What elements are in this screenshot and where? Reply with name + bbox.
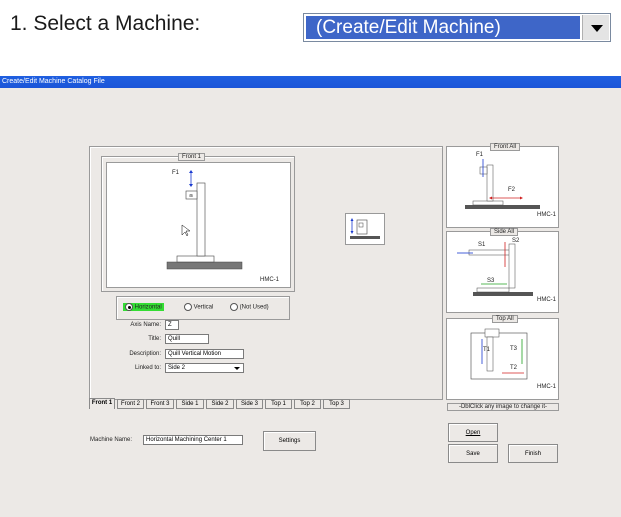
axis-preview-drawing — [350, 218, 380, 239]
front-all-label-f2: F2 — [508, 187, 516, 193]
top-all-label-t2: T2 — [510, 365, 518, 371]
front-view-image[interactable]: ⊞ — [106, 162, 291, 288]
tab-top-3[interactable]: Top 3 — [323, 399, 350, 409]
side-all-label-s2: S2 — [512, 238, 520, 244]
axis-preview-image[interactable] — [345, 213, 385, 245]
machine-name-input[interactable]: Horizontal Machining Center 1 — [143, 435, 243, 445]
radio-horizontal-dot[interactable] — [125, 303, 133, 311]
description-label: Description: — [129, 351, 161, 357]
front-all-tag: HMC-1 — [537, 212, 556, 218]
tab-side-2[interactable]: Side 2 — [206, 399, 234, 409]
radio-horizontal[interactable]: Horizontal — [123, 303, 164, 311]
radio-not-used-dot[interactable] — [230, 303, 238, 311]
machine-dropdown[interactable]: (Create/Edit Machine) — [303, 13, 611, 42]
machine-dropdown-value: (Create/Edit Machine) — [306, 16, 580, 39]
svg-text:⊞: ⊞ — [189, 193, 192, 198]
chevron-down-icon[interactable] — [234, 367, 240, 370]
settings-button[interactable]: Settings — [263, 431, 316, 451]
description-input[interactable]: Quill Vertical Motion — [165, 349, 244, 359]
linked-to-label: Linked to: — [134, 365, 161, 371]
thumbnail-hint: -DblClick any image to change it- — [447, 403, 559, 411]
chevron-down-icon[interactable] — [582, 15, 609, 40]
front-axis-label: F1 — [172, 170, 180, 176]
window-title: Create/Edit Machine Catalog File — [2, 78, 105, 85]
side-all-label-s3: S3 — [487, 278, 495, 284]
front-view-group-label: Front 1 — [178, 153, 206, 161]
radio-vertical-dot[interactable] — [184, 303, 192, 311]
radio-vertical-label: Vertical — [193, 304, 214, 311]
top-all-label-t1: T1 — [483, 347, 491, 353]
save-button[interactable]: Save — [448, 444, 498, 463]
finish-button[interactable]: Finish — [508, 444, 558, 463]
tab-side-1[interactable]: Side 1 — [176, 399, 204, 409]
top-all-tag: HMC-1 — [537, 384, 556, 390]
select-machine-label: 1. Select a Machine: — [10, 12, 201, 35]
front-machine-tag: HMC-1 — [260, 277, 279, 283]
tab-top-1[interactable]: Top 1 — [265, 399, 292, 409]
title-label: Title: — [148, 336, 161, 342]
machine-name-label: Machine Name: — [90, 437, 133, 443]
open-button[interactable]: Open — [448, 423, 498, 442]
axis-name-label: Axis Name: — [130, 322, 161, 328]
window-titlebar: Create/Edit Machine Catalog File — [0, 76, 621, 88]
title-input[interactable]: Quill — [165, 334, 209, 344]
linked-to-select[interactable]: Side 2 — [165, 363, 244, 373]
side-all-tag: HMC-1 — [537, 297, 556, 303]
front-all-label-f1: F1 — [476, 152, 484, 158]
tab-side-3[interactable]: Side 3 — [236, 399, 263, 409]
radio-not-used[interactable]: (Not Used) — [230, 303, 269, 311]
axis-name-input[interactable]: Z — [165, 320, 179, 330]
machine-front-drawing: ⊞ — [166, 170, 243, 270]
tab-front-1[interactable]: Front 1 — [89, 398, 115, 409]
side-all-label-s1: S1 — [478, 242, 486, 248]
radio-not-used-label: (Not Used) — [239, 304, 269, 311]
tab-top-2[interactable]: Top 2 — [294, 399, 321, 409]
radio-vertical[interactable]: Vertical — [184, 303, 213, 311]
top-all-label-t3: T3 — [510, 346, 518, 352]
tab-front-2[interactable]: Front 2 — [117, 399, 144, 409]
radio-horizontal-label: Horizontal — [134, 304, 162, 311]
tab-front-3[interactable]: Front 3 — [146, 399, 174, 409]
linked-to-value: Side 2 — [168, 365, 186, 371]
side-all-title: Side All — [490, 228, 519, 236]
top-all-title: Top All — [492, 315, 518, 323]
front-all-title: Front All — [490, 143, 521, 151]
